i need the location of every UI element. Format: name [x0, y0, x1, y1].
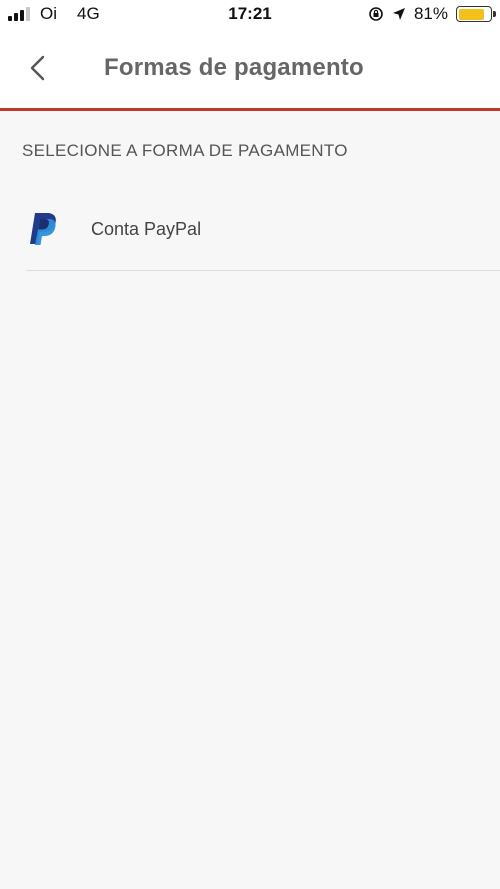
screen: Oi 4G 17:21 81% Formas de pagamento SELE…: [0, 0, 500, 889]
rotation-lock-icon: [369, 7, 383, 21]
location-arrow-icon: [392, 8, 405, 20]
page-title: Formas de pagamento: [104, 54, 364, 81]
section-title: SELECIONE A FORMA DE PAGAMENTO: [22, 141, 348, 160]
payment-method-label: Conta PayPal: [91, 219, 202, 239]
back-button[interactable]: [18, 48, 58, 88]
battery-level: [458, 8, 484, 20]
paypal-icon: [30, 213, 56, 245]
battery-icon: [456, 6, 496, 22]
status-bar-right: 81%: [368, 4, 496, 24]
status-bar: Oi 4G 17:21 81%: [0, 0, 500, 28]
battery-percent: 81%: [413, 4, 448, 23]
navigation-header: Formas de pagamento: [0, 28, 500, 111]
list-divider: [26, 270, 500, 271]
payment-method-paypal[interactable]: Conta PayPal: [0, 190, 500, 270]
chevron-left-icon: [30, 55, 45, 81]
